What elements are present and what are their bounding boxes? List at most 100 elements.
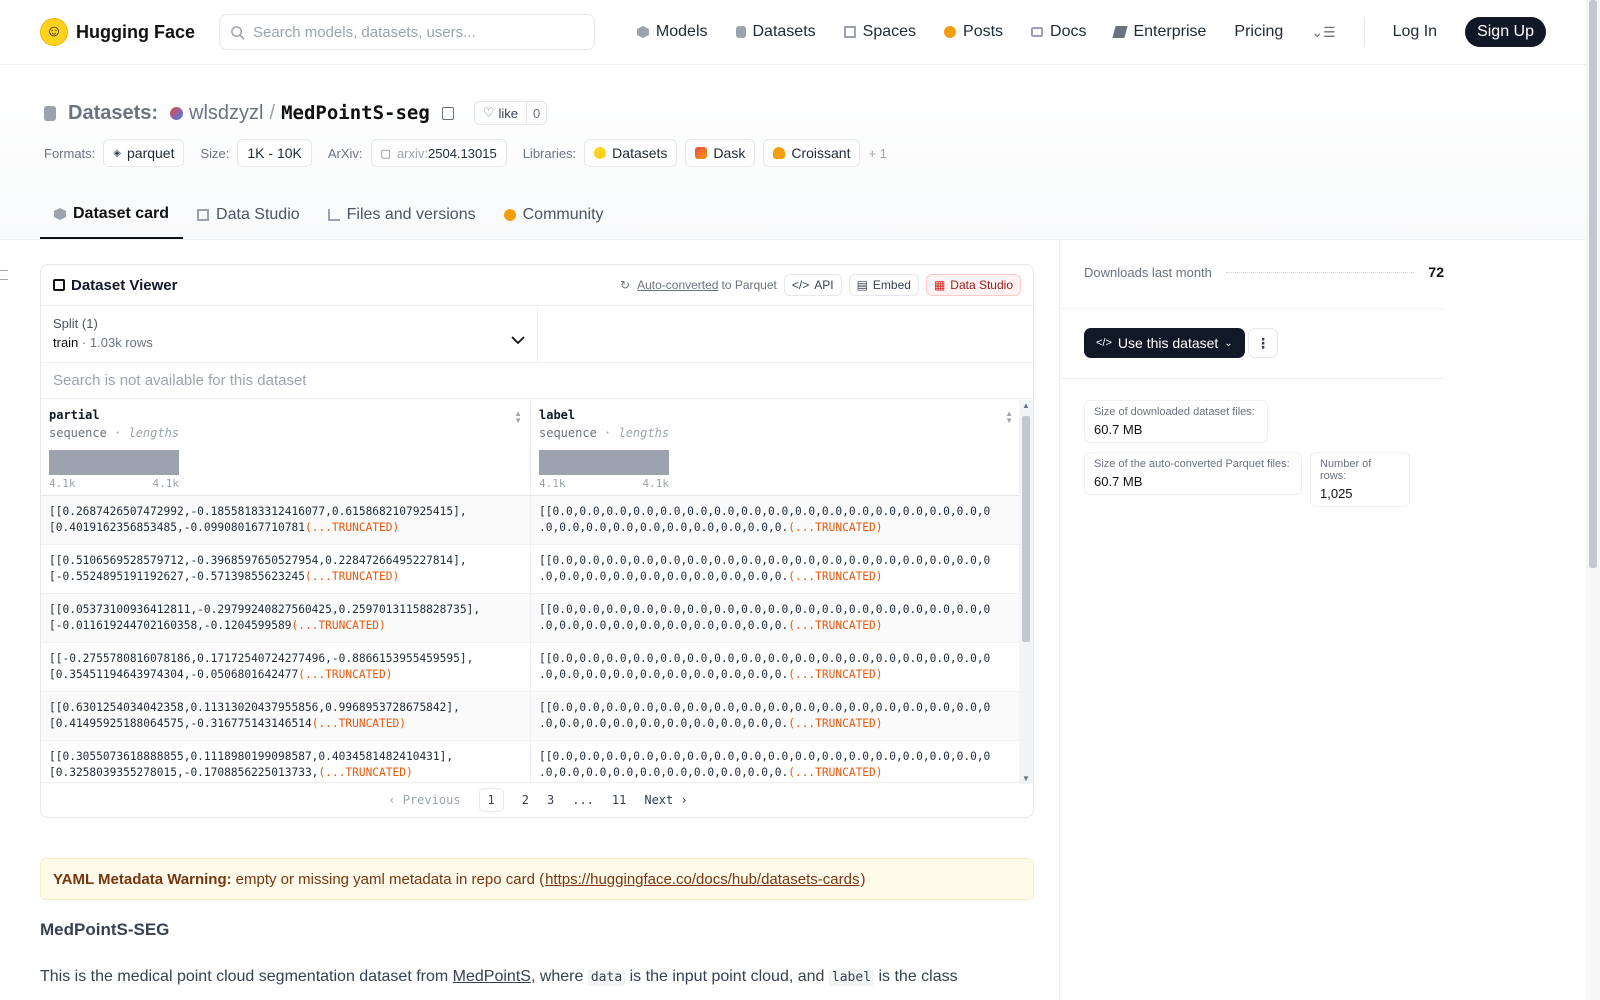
split-selector[interactable]: Split (1) train · 1.03k rows [41,306,538,362]
tab-community[interactable]: Community [490,191,618,239]
downloads-stat: Downloads last month 72 [1084,264,1444,280]
page-1-button[interactable]: 1 [478,788,504,812]
dataset-name[interactable]: MedPointS-seg [281,102,430,124]
cell-label[interactable]: [[0.0,0.0,0.0,0.0,0.0,0.0,0.0,0.0,0.0,0.… [531,643,1021,691]
pagination: ‹ Previous 1 2 3 ... 11 Next › [41,782,1033,817]
next-page-button[interactable]: Next › [644,793,687,807]
cell-label[interactable]: [[0.0,0.0,0.0,0.0,0.0,0.0,0.0,0.0,0.0,0.… [531,692,1021,740]
docs-link[interactable]: https://huggingface.co/docs/hub/datasets… [545,871,859,888]
files-icon [327,209,340,221]
more-menu-icon[interactable]: ⌄☰ [1311,24,1335,41]
data-studio-button[interactable]: ▦ Data Studio [925,274,1021,296]
page-11-button[interactable]: 11 [612,793,626,807]
cell-partial[interactable]: [[0.05373100936412811,-0.297992408275604… [41,594,531,642]
cell-partial[interactable]: [[0.2687426507472992,-0.1855818331241607… [41,496,531,544]
table-row[interactable]: [[0.6301254034042358,0.11313020437955856… [41,692,1021,741]
cube-icon [54,208,66,220]
api-button[interactable]: </> API [783,274,842,296]
grid-scrollbar[interactable]: ▲ ▼ [1019,400,1033,784]
page-scrollbar[interactable] [1586,0,1600,1000]
page-3-button[interactable]: 3 [547,793,554,807]
library-chip-datasets[interactable]: Datasets [584,139,678,167]
downloads-count: 72 [1428,264,1444,280]
scroll-up-icon[interactable]: ▲ [1022,401,1030,410]
enterprise-icon [1112,26,1129,38]
nav-docs[interactable]: Docs [1031,23,1086,41]
page-scrollbar-thumb[interactable] [1589,0,1597,568]
sort-icon[interactable]: ▲ ▼ [514,410,522,425]
cell-label[interactable]: [[0.0,0.0,0.0,0.0,0.0,0.0,0.0,0.0,0.0,0.… [531,594,1021,642]
viewer-search-input[interactable]: Search is not available for this dataset [41,363,1033,399]
community-icon [503,209,516,221]
column-header-partial[interactable]: partial sequence · lengths 4.1k 4.1k ▲ ▼ [41,400,531,496]
grid-icon [843,26,856,38]
format-chip-parquet[interactable]: ◈ parquet [103,139,185,167]
use-this-dataset-button[interactable]: </> Use this dataset ⌄ [1084,328,1245,358]
column-header-label[interactable]: label sequence · lengths 4.1k 4.1k ▲ ▼ [531,400,1021,496]
table-row[interactable]: [[0.5106569528579712,-0.3968597650527954… [41,545,1021,594]
library-chip-dask[interactable]: Dask [685,139,756,167]
stat-parquet-size: Size of the auto-converted Parquet files… [1084,452,1302,495]
login-link[interactable]: Log In [1393,23,1437,41]
org-link[interactable]: wlsdzyzl [189,102,263,125]
nav-spaces[interactable]: Spaces [843,23,916,41]
nav-models[interactable]: Models [636,23,708,41]
like-button[interactable]: ♡ like 0 [473,101,548,125]
truncated-marker: (...TRUNCATED) [291,619,386,632]
page-2-button[interactable]: 2 [522,793,529,807]
truncated-marker: (...TRUNCATED) [304,521,400,534]
to-parquet-text: to Parquet [721,278,777,292]
cell-partial[interactable]: [[0.6301254034042358,0.11313020437955856… [41,692,531,740]
brand-link[interactable]: ☺ Hugging Face [40,18,195,46]
truncated-marker: (...TRUNCATED) [788,717,883,730]
table-icon [197,209,210,221]
dataset-viewer: Dataset Viewer ↻ Auto-converted to Parqu… [40,264,1034,818]
table-row[interactable]: [[0.2687426507472992,-0.1855818331241607… [41,496,1021,545]
search-input[interactable]: Search models, datasets, users... [219,14,596,50]
section-label[interactable]: Datasets: [68,102,158,125]
more-options-button[interactable]: ⋮ [1248,328,1278,358]
library-chip-croissant[interactable]: Croissant [763,139,861,167]
nav-datasets[interactable]: Datasets [735,23,816,41]
table-row[interactable]: [[-0.2755780816078186,0.1717254072427749… [41,643,1021,692]
table-icon [53,279,65,291]
size-chip[interactable]: 1K - 10K [237,139,312,167]
copy-icon[interactable] [441,106,454,120]
tab-files-and-versions[interactable]: Files and versions [314,191,490,239]
embed-button[interactable]: ▤ Embed [848,274,919,296]
cell-partial[interactable]: [[0.3055073618888855,0.1118980199098587,… [41,741,531,784]
sidebar-toggle-icon[interactable] [0,270,8,280]
data-grid: partial sequence · lengths 4.1k 4.1k ▲ ▼ l… [41,400,1021,784]
cell-partial[interactable]: [[0.5106569528579712,-0.3968597650527954… [41,545,531,593]
truncated-marker: (...TRUNCATED) [788,766,883,779]
signup-button[interactable]: Sign Up [1465,17,1546,47]
truncated-marker: (...TRUNCATED) [788,521,883,534]
cell-partial[interactable]: [[-0.2755780816078186,0.1717254072427749… [41,643,531,691]
auto-converted-link[interactable]: Auto-converted [637,278,718,292]
histogram-bar[interactable] [539,450,669,475]
table-row[interactable]: [[0.05373100936412811,-0.297992408275604… [41,594,1021,643]
medpoints-link[interactable]: MedPointS [453,968,531,985]
cell-label[interactable]: [[0.0,0.0,0.0,0.0,0.0,0.0,0.0,0.0,0.0,0.… [531,545,1021,593]
nav-posts[interactable]: Posts [944,23,1003,41]
cell-label[interactable]: [[0.0,0.0,0.0,0.0,0.0,0.0,0.0,0.0,0.0,0.… [531,741,1021,784]
tab-dataset-card[interactable]: Dataset card [40,191,184,239]
cell-label[interactable]: [[0.0,0.0,0.0,0.0,0.0,0.0,0.0,0.0,0.0,0.… [531,496,1021,544]
dask-icon [695,147,708,159]
libraries-more[interactable]: + 1 [868,146,886,161]
histogram-bar[interactable] [49,450,179,475]
previous-page-button[interactable]: ‹ Previous [388,793,460,807]
scrollbar-thumb[interactable] [1022,416,1030,642]
code-icon: </> [791,278,810,292]
table-row[interactable]: [[0.3055073618888855,0.1118980199098587,… [41,741,1021,784]
search-icon [231,25,245,40]
right-sidebar: Downloads last month 72 </> Use this dat… [1059,240,1586,1000]
sort-icon[interactable]: ▲ ▼ [1005,410,1013,425]
nav-enterprise[interactable]: Enterprise [1112,23,1206,41]
arxiv-chip[interactable]: ▢ arxiv: 2504.13015 [370,139,507,167]
tab-data-studio[interactable]: Data Studio [183,191,314,239]
chevron-down-icon: ⌄ [1224,337,1233,349]
size-label: Size: [200,145,230,161]
path-separator: / [269,101,276,124]
nav-pricing[interactable]: Pricing [1234,23,1283,41]
